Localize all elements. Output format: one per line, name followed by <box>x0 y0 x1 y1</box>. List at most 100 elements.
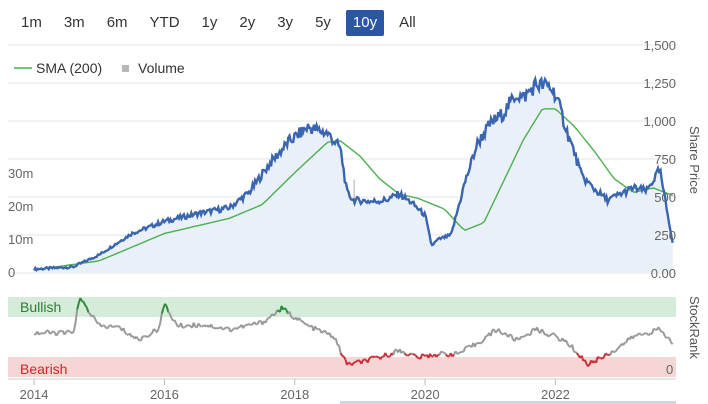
stockrank-segment <box>44 329 48 334</box>
x-tick-label: 2016 <box>150 387 179 402</box>
stockrank-segment <box>402 350 406 354</box>
stockrank-segment <box>481 338 486 343</box>
stockrank-segment <box>92 314 96 319</box>
stockrank-segment <box>153 328 157 332</box>
stockrank-segment <box>668 338 673 344</box>
stockrank-segment <box>454 350 459 355</box>
stockrank-segment <box>164 303 168 307</box>
stockrank-segment <box>522 335 525 339</box>
volume-legend-swatch <box>122 65 129 72</box>
stockrank-zero-tick: 0 <box>666 362 673 377</box>
stockrank-segment <box>536 326 540 332</box>
stockrank-segment <box>146 335 150 338</box>
volume-tick-label: 10m <box>8 232 33 247</box>
stockrank-segment <box>466 345 469 348</box>
stockrank-segment <box>197 322 201 327</box>
stockrank-segment <box>518 335 522 340</box>
stockrank-segment <box>364 358 367 362</box>
stockrank-segment <box>456 352 460 355</box>
stockrank-segment <box>350 362 355 366</box>
stockrank-segment <box>549 333 552 337</box>
stockrank-segment <box>223 326 227 331</box>
stockrank-segment <box>210 324 214 329</box>
stockrank-segment <box>81 300 84 303</box>
stockrank-segment <box>342 356 347 360</box>
stockrank-segment <box>137 338 141 342</box>
stockrank-segment <box>494 330 498 334</box>
x-axis-ticks: 2014 2016 2018 2020 2022 <box>20 379 570 402</box>
stockrank-segment <box>135 335 139 340</box>
stockrank-segment <box>451 353 455 358</box>
stockrank-segment <box>247 323 250 326</box>
stockrank-segment <box>407 354 410 357</box>
price-tick-label: 1,500 <box>643 38 676 53</box>
stockrank-segment <box>341 355 345 358</box>
share-price-axis-title: Share Price <box>687 126 702 194</box>
volume-axis-ticks: 30m 20m 10m 0 <box>8 166 33 280</box>
volume-tick-label: 0 <box>8 265 15 280</box>
stockrank-segment <box>357 359 361 362</box>
stockrank-segment <box>346 361 350 366</box>
stockrank-segment <box>638 332 642 336</box>
stockrank-segment <box>571 344 575 352</box>
stockrank-segment <box>354 360 357 363</box>
stockrank-segment <box>497 328 502 333</box>
stockrank-segment <box>473 342 478 348</box>
stockrank-segment <box>510 334 515 341</box>
volume-tick-label: 30m <box>8 166 33 181</box>
stockrank-segment <box>617 345 621 349</box>
stockrank-segment <box>301 320 305 324</box>
stockrank-segment <box>57 330 61 334</box>
stockrank-segment <box>529 329 534 336</box>
stockrank-segment <box>587 363 591 367</box>
stockrank-segment <box>403 352 407 356</box>
stockrank-segment <box>65 329 69 334</box>
stockrank-segment <box>122 327 127 334</box>
stockrank-segment <box>103 324 107 329</box>
stockrank-segment <box>604 352 609 356</box>
stockrank-segment <box>250 323 254 326</box>
stockrank-segment <box>429 353 433 358</box>
stockrank-segment <box>253 321 257 325</box>
stockrank-segment <box>117 325 122 329</box>
stockrank-segment <box>631 334 636 340</box>
stockrank-segment <box>576 352 580 356</box>
stockrank-segment <box>148 333 152 337</box>
stockrank-segment <box>236 326 240 330</box>
stockrank-segment <box>71 330 75 334</box>
stockrank-axis-title: StockRank <box>687 296 702 359</box>
stockrank-segment <box>483 335 487 341</box>
stockrank-segment <box>63 331 67 336</box>
stockrank-segment <box>368 356 372 360</box>
stockrank-segment <box>323 329 328 334</box>
bearish-band <box>8 357 676 377</box>
stockrank-segment <box>410 352 413 356</box>
stockrank-segment <box>421 353 425 356</box>
stockrank-segment <box>622 342 626 346</box>
stockrank-segment <box>140 335 144 342</box>
stockrank-segment <box>339 352 344 357</box>
stockrank-segment <box>670 341 674 345</box>
stockrank-segment <box>635 333 639 337</box>
stockrank-segment <box>268 316 272 319</box>
stockrank-segment <box>644 332 648 335</box>
price-tick-label: 500 <box>654 190 676 205</box>
stockrank-segment <box>220 326 224 330</box>
stockrank-segment <box>256 320 261 325</box>
x-tick-label: 2020 <box>411 387 440 402</box>
stockrank-segment <box>167 311 171 315</box>
stockrank-segment <box>255 322 258 326</box>
stockrank-segment <box>597 355 600 359</box>
stockrank-segment <box>180 322 184 329</box>
bullish-label: Bullish <box>20 299 61 315</box>
stockrank-segment <box>499 331 503 335</box>
stockrank-segment <box>559 339 562 343</box>
stockrank-segment <box>509 333 513 337</box>
stockrank-segment <box>156 328 160 333</box>
price-tick-label: 1,000 <box>643 114 676 129</box>
stockrank-segment <box>458 351 461 355</box>
stockrank-segment <box>574 351 578 354</box>
stockrank-segment <box>106 325 110 330</box>
stockrank-segment <box>100 324 104 328</box>
stockrank-segment <box>392 349 396 356</box>
